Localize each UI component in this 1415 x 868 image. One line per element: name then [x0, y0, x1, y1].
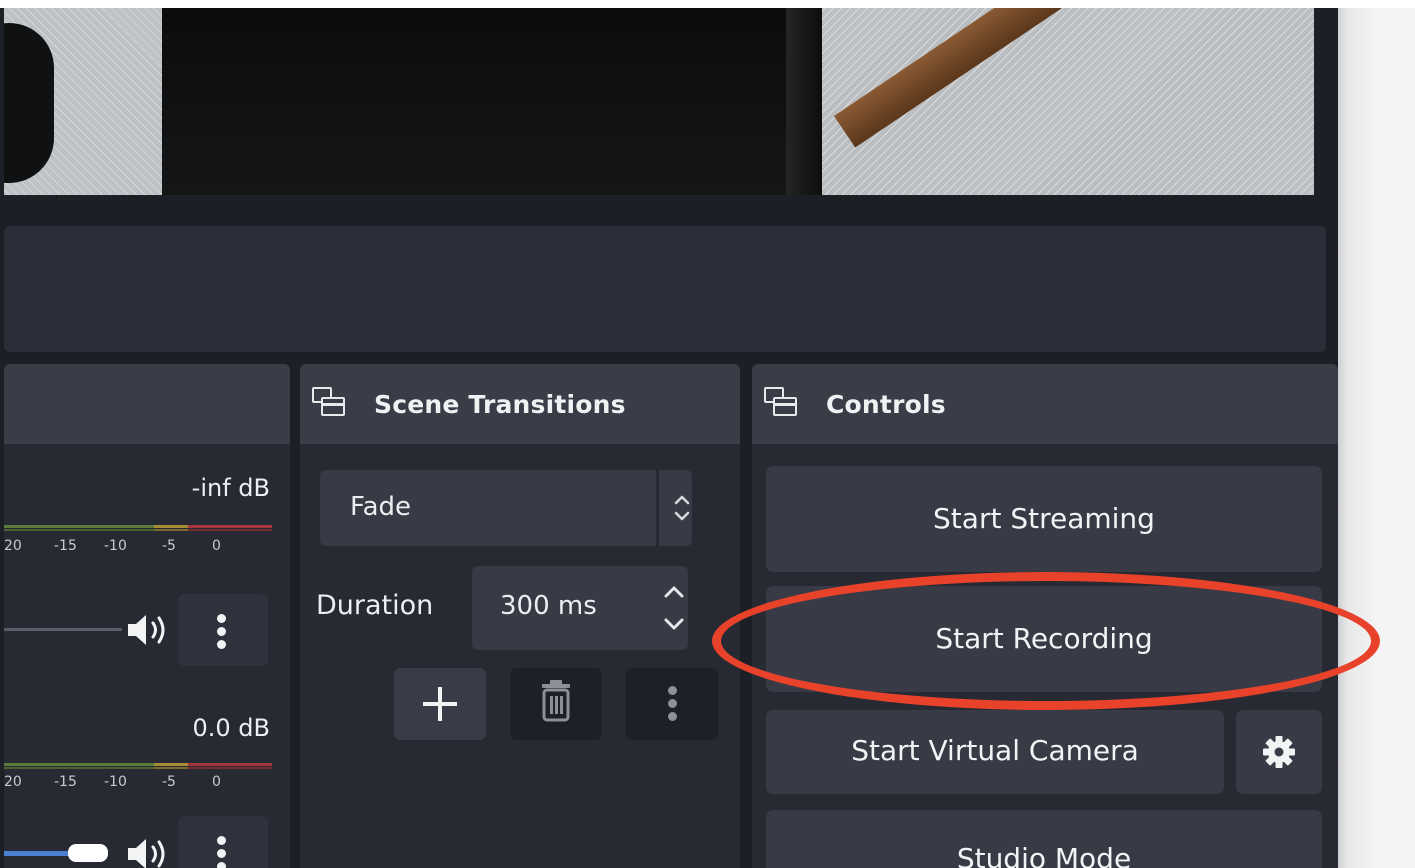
- add-transition-button[interactable]: [394, 668, 486, 740]
- channel-2-scale: 20 -15 -10 -5 0: [4, 774, 274, 794]
- gear-icon: [1263, 736, 1295, 768]
- start-streaming-button[interactable]: Start Streaming: [766, 466, 1322, 572]
- scale-tick: -10: [104, 774, 127, 790]
- speaker-icon[interactable]: [122, 834, 174, 868]
- scale-tick: -15: [54, 538, 77, 554]
- start-recording-label: Start Recording: [935, 622, 1153, 655]
- start-streaming-label: Start Streaming: [933, 502, 1155, 535]
- audio-mixer-panel: -inf dB 20 -15 -10 -5 0 0.0 dB 20 -15 -1…: [4, 364, 290, 868]
- chevron-updown-icon: [672, 492, 692, 522]
- studio-mode-button[interactable]: Studio Mode: [766, 810, 1322, 868]
- remove-transition-button[interactable]: [510, 668, 602, 740]
- channel-2-fader[interactable]: [4, 851, 76, 856]
- scale-tick: -5: [162, 538, 176, 554]
- spin-arrows-icon[interactable]: [662, 580, 686, 636]
- transition-select[interactable]: Fade: [320, 470, 692, 546]
- caption-strip: [0, 0, 1415, 8]
- scene-transitions-title: Scene Transitions: [374, 389, 626, 419]
- plus-icon: [423, 687, 457, 721]
- channel-1-db: -inf dB: [191, 474, 270, 502]
- obs-window: -inf dB 20 -15 -10 -5 0 0.0 dB 20 -15 -1…: [0, 8, 1338, 868]
- trash-icon: [542, 680, 570, 722]
- kebab-menu-icon: [668, 686, 678, 722]
- scale-tick: 0: [212, 538, 221, 554]
- scale-tick: 0: [212, 774, 221, 790]
- duration-spinbox[interactable]: 300 ms: [472, 566, 688, 650]
- start-virtual-camera-button[interactable]: Start Virtual Camera: [766, 710, 1224, 794]
- preview-chair: [162, 8, 822, 195]
- controls-title: Controls: [826, 389, 946, 419]
- scale-tick: -5: [162, 774, 176, 790]
- scale-tick: 20: [4, 774, 22, 790]
- preview-canvas[interactable]: [4, 8, 1314, 195]
- channel-1-meter: [4, 521, 272, 533]
- start-virtual-camera-label: Start Virtual Camera: [851, 734, 1139, 767]
- start-recording-button[interactable]: Start Recording: [766, 586, 1322, 692]
- kebab-menu-icon: [217, 836, 227, 868]
- kebab-menu-icon: [217, 614, 227, 650]
- channel-2-fader-handle[interactable]: [68, 844, 108, 862]
- dock-window-icon[interactable]: [764, 387, 800, 421]
- channel-2-menu-button[interactable]: [178, 816, 268, 868]
- controls-header: Controls: [752, 364, 1338, 444]
- channel-1-fader[interactable]: [4, 628, 122, 631]
- channel-1-menu-button[interactable]: [178, 594, 268, 666]
- scene-transitions-panel: Scene Transitions Fade Duration 300 ms: [300, 364, 740, 868]
- channel-1-scale: 20 -15 -10 -5 0: [4, 538, 274, 558]
- speaker-icon[interactable]: [122, 610, 174, 650]
- virtual-camera-settings-button[interactable]: [1236, 710, 1322, 794]
- audio-mixer-header: [4, 364, 290, 444]
- duration-label: Duration: [316, 590, 434, 621]
- scale-tick: -15: [54, 774, 77, 790]
- preview-dark-object: [4, 23, 54, 183]
- scene-transitions-header: Scene Transitions: [300, 364, 740, 444]
- preview-chair-edge: [786, 8, 822, 195]
- dock-window-icon[interactable]: [312, 387, 348, 421]
- window-shadow-gutter: [1338, 8, 1415, 868]
- channel-2-db: 0.0 dB: [192, 714, 271, 742]
- scale-tick: 20: [4, 538, 22, 554]
- transition-select-value: Fade: [350, 492, 412, 522]
- studio-mode-label: Studio Mode: [956, 842, 1132, 868]
- duration-value: 300 ms: [500, 591, 597, 621]
- scale-tick: -10: [104, 538, 127, 554]
- controls-panel: Controls Start Streaming Start Recording…: [752, 364, 1338, 868]
- toolbar-dock: [4, 226, 1326, 352]
- channel-2-meter: [4, 759, 272, 771]
- transition-properties-button[interactable]: [626, 668, 718, 740]
